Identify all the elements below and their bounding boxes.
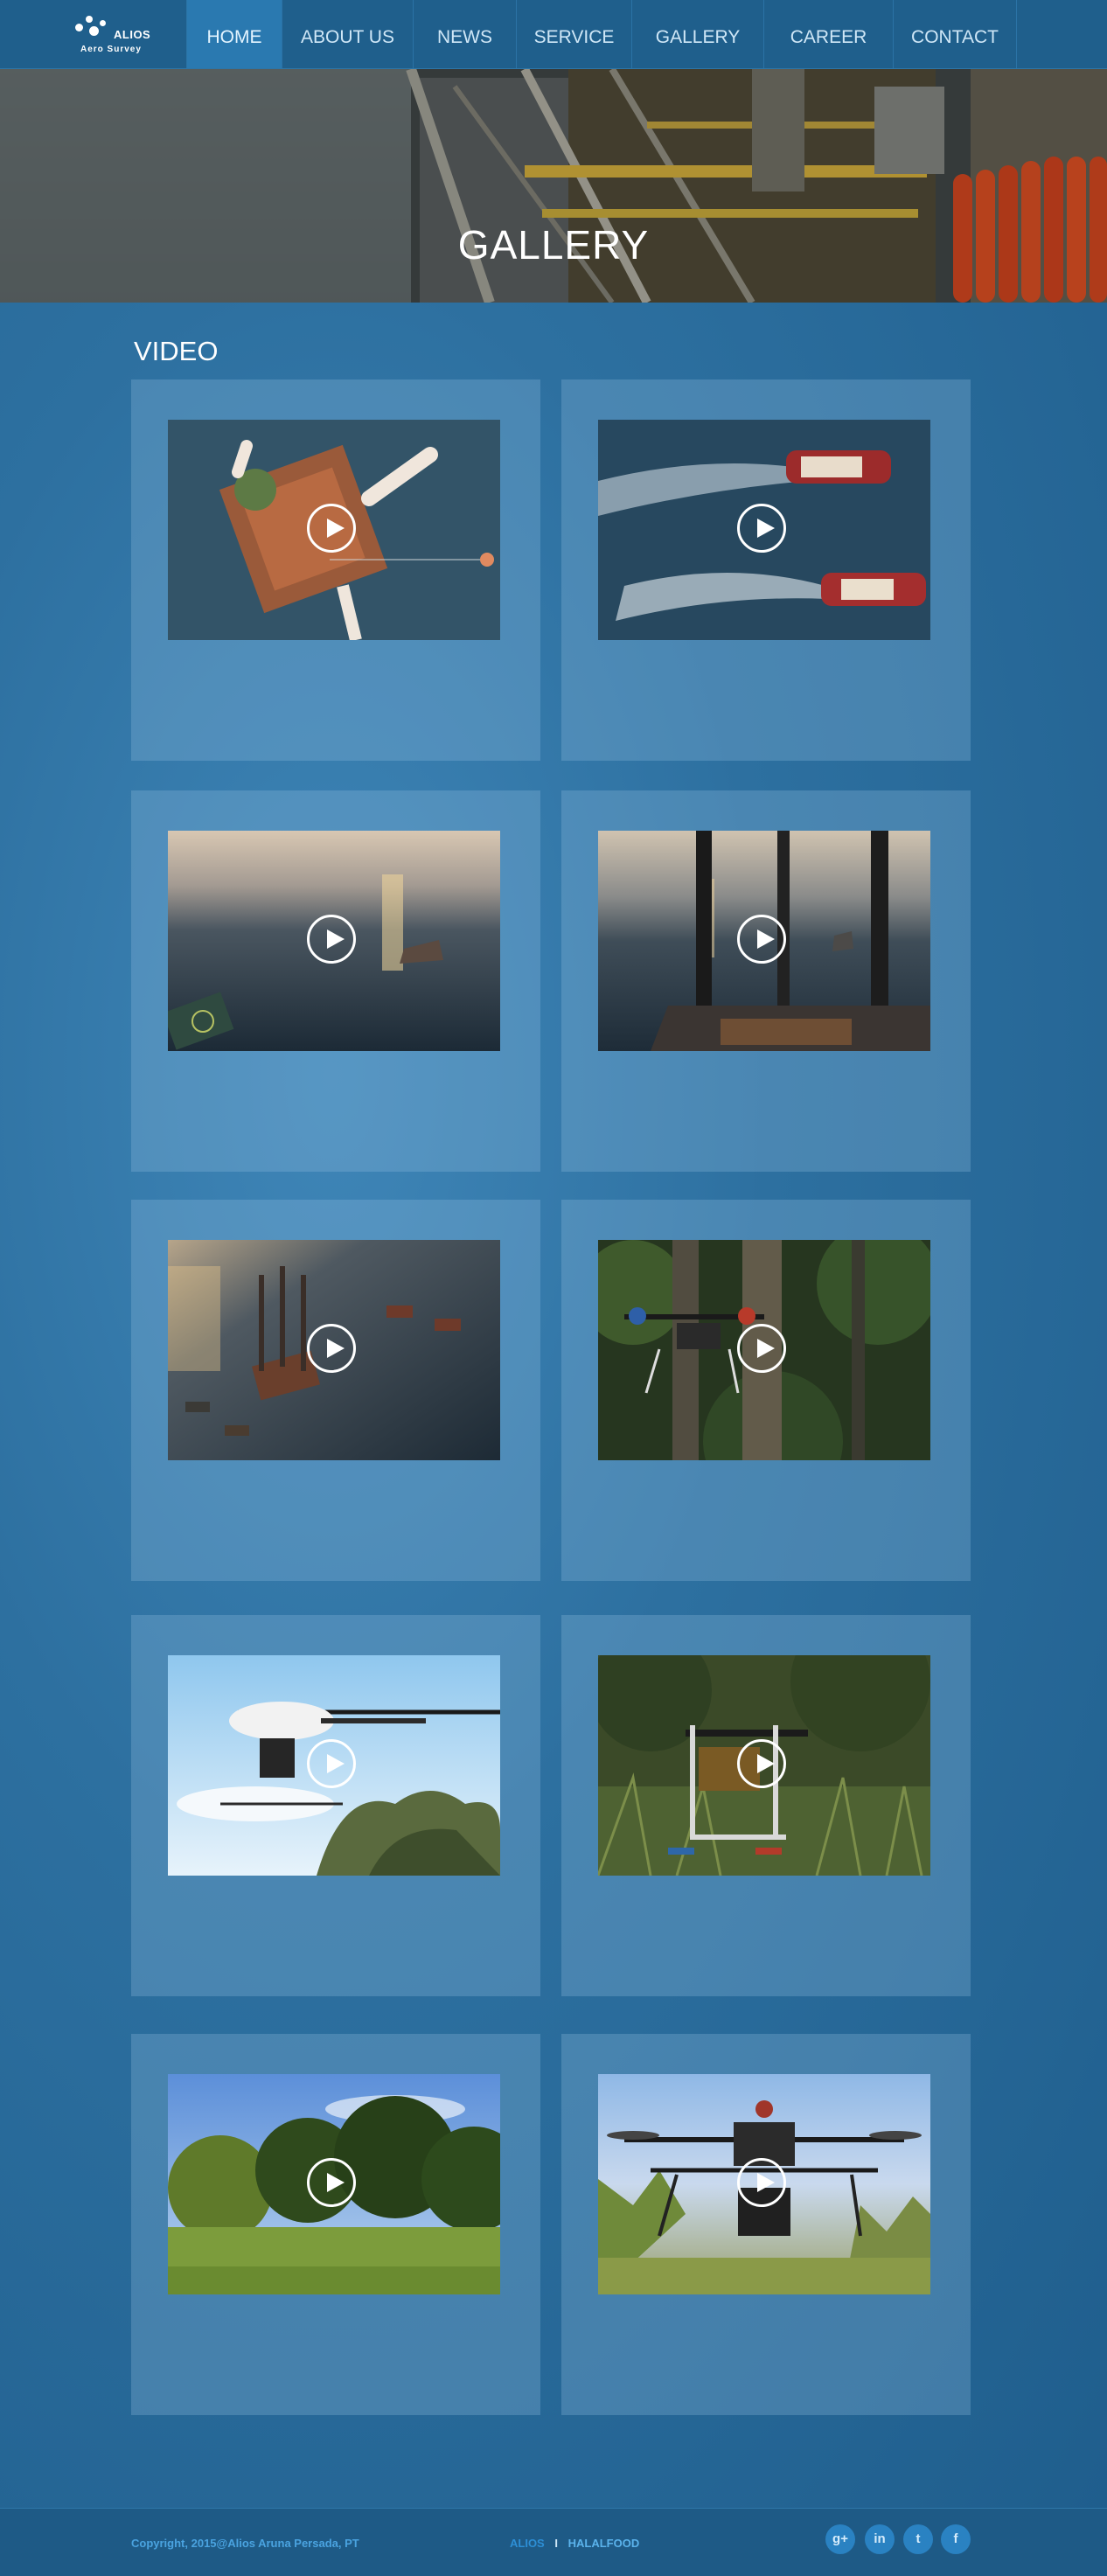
video-thumbnail[interactable]: [598, 1655, 930, 1876]
logo-subtitle: Aero Survey: [80, 45, 142, 54]
nav-home[interactable]: HOME: [186, 0, 282, 68]
video-card: [561, 1615, 971, 1996]
video-card: [131, 1200, 540, 1581]
facebook-icon[interactable]: f: [941, 2524, 971, 2554]
video-card: [561, 2034, 971, 2415]
video-thumbnail[interactable]: [168, 831, 500, 1051]
logo-mark-icon: [73, 16, 108, 38]
video-thumbnail[interactable]: [598, 1240, 930, 1460]
play-icon[interactable]: [737, 2158, 786, 2207]
nav-contact[interactable]: CONTACT: [893, 0, 1017, 68]
nav-about-us[interactable]: ABOUT US: [282, 0, 413, 68]
nav-news[interactable]: NEWS: [413, 0, 516, 68]
gallery-section: VIDEO: [0, 303, 1107, 2508]
play-icon[interactable]: [737, 1324, 786, 1373]
copyright-text: Copyright, 2015@Alios Aruna Persada, PT: [131, 2537, 359, 2550]
google-plus-icon[interactable]: g+: [825, 2524, 855, 2554]
footer-links: ALIOS I HALALFOOD: [510, 2537, 639, 2550]
footer-link-alios[interactable]: ALIOS: [510, 2537, 545, 2550]
logo-brand: ALIOS: [114, 28, 151, 41]
video-thumbnail[interactable]: [598, 2074, 930, 2294]
video-card: [131, 790, 540, 1172]
section-title: VIDEO: [134, 336, 219, 366]
footer-link-halalfood[interactable]: HALALFOOD: [568, 2537, 640, 2550]
video-card: [561, 379, 971, 761]
video-card: [131, 2034, 540, 2415]
video-card: [131, 379, 540, 761]
footer: Copyright, 2015@Alios Aruna Persada, PT …: [0, 2508, 1107, 2576]
play-icon[interactable]: [307, 2158, 356, 2207]
play-icon[interactable]: [307, 504, 356, 553]
play-icon[interactable]: [307, 1324, 356, 1373]
play-icon[interactable]: [737, 915, 786, 964]
linkedin-icon[interactable]: in: [865, 2524, 895, 2554]
top-navigation: ALIOS Aero Survey HOME ABOUT US NEWS SER…: [0, 0, 1107, 69]
footer-separator: I: [554, 2537, 558, 2550]
play-icon[interactable]: [737, 504, 786, 553]
video-card: [561, 790, 971, 1172]
video-thumbnail[interactable]: [168, 420, 500, 640]
twitter-icon[interactable]: t: [903, 2524, 933, 2554]
play-icon[interactable]: [737, 1739, 786, 1788]
nav-service[interactable]: SERVICE: [516, 0, 631, 68]
hero-banner: GALLERY: [0, 69, 1107, 303]
logo[interactable]: ALIOS Aero Survey: [73, 12, 161, 58]
play-icon[interactable]: [307, 915, 356, 964]
page-title: GALLERY: [457, 222, 650, 268]
play-icon[interactable]: [307, 1739, 356, 1788]
video-thumbnail[interactable]: [598, 420, 930, 640]
video-card: [131, 1615, 540, 1996]
video-thumbnail[interactable]: [168, 1240, 500, 1460]
video-thumbnail[interactable]: [168, 2074, 500, 2294]
nav-career[interactable]: CAREER: [763, 0, 893, 68]
video-card: [561, 1200, 971, 1581]
video-thumbnail[interactable]: [598, 831, 930, 1051]
video-thumbnail[interactable]: [168, 1655, 500, 1876]
nav-gallery[interactable]: GALLERY: [631, 0, 763, 68]
